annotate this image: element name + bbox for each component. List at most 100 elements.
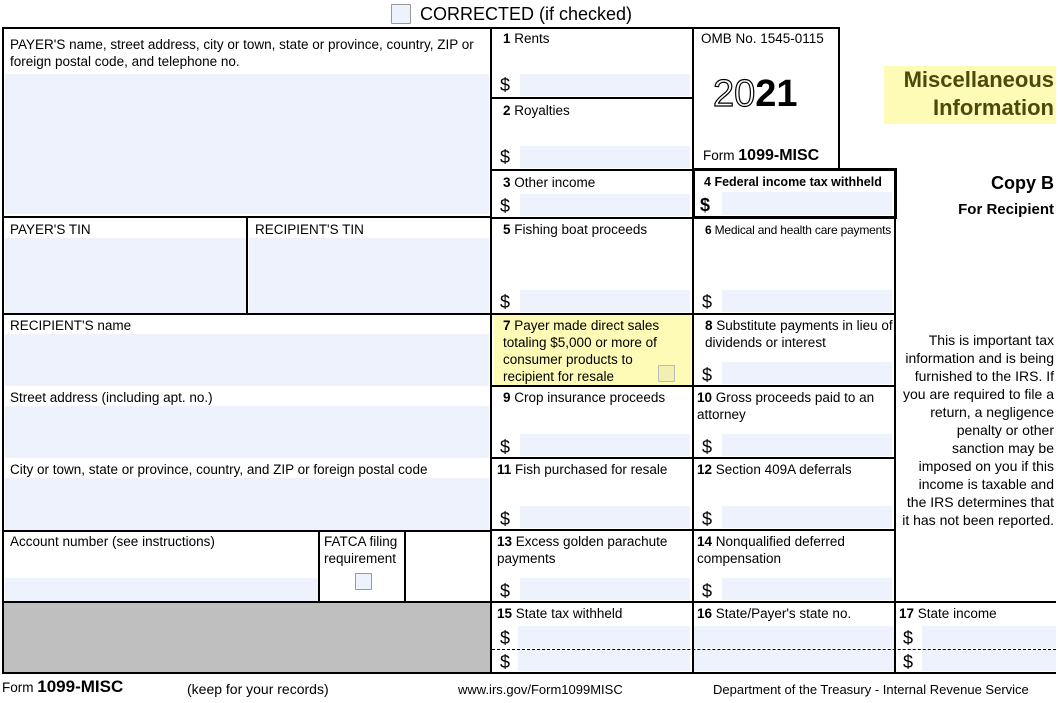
- box16-state-no-field-2[interactable]: [694, 650, 894, 671]
- box9-dollar: $: [500, 437, 511, 457]
- box13-dollar: $: [500, 581, 511, 601]
- form-title-line2: Information: [933, 95, 1054, 120]
- box17-dollar-1: $: [903, 628, 914, 648]
- street-address-label: Street address (including apt. no.): [10, 390, 213, 405]
- street-address-field[interactable]: [5, 406, 489, 458]
- form-left-border: [2, 27, 4, 673]
- fatca-label-2: requirement: [324, 551, 397, 566]
- box15-label: 15 State tax withheld: [497, 606, 623, 621]
- box14-nonqualified-field[interactable]: [722, 578, 892, 600]
- divider: [492, 385, 896, 387]
- box4-federal-tax-field[interactable]: [722, 192, 892, 215]
- box8-label: 8 Substitute payments in lieu of dividen…: [705, 318, 893, 350]
- corrected-checkbox[interactable]: [391, 4, 411, 24]
- divider: [2, 313, 492, 315]
- corrected-label: CORRECTED (if checked): [420, 4, 633, 24]
- box13-label: 13 Excess golden parachute payments: [497, 534, 668, 566]
- box12-dollar: $: [702, 509, 713, 529]
- box7-checkbox[interactable]: [658, 365, 675, 382]
- copy-label: Copy B: [991, 173, 1054, 193]
- box17-label: 17 State income: [899, 606, 997, 621]
- divider: [492, 97, 692, 99]
- footer-department: Department of the Treasury - Internal Re…: [713, 682, 1029, 697]
- box12-label: 12 Section 409A deferrals: [697, 462, 852, 477]
- box15-state-tax-field-2[interactable]: [518, 650, 690, 671]
- box5-label: 5 Fishing boat proceeds: [503, 222, 648, 237]
- box15-dollar-1: $: [500, 628, 511, 648]
- box6-label: 6 Medical and health care payments: [705, 223, 891, 237]
- box15-dollar-2: $: [500, 652, 511, 672]
- divider: [492, 457, 896, 459]
- payer-tin-field[interactable]: [5, 238, 246, 314]
- form-bottom-border: [2, 672, 1056, 674]
- footer-keep-note: (keep for your records): [187, 681, 329, 697]
- box14-label: 14 Nonqualified deferred compensation: [697, 534, 845, 566]
- divider: [2, 530, 492, 532]
- box2-dollar: $: [500, 147, 511, 167]
- payer-tin-label: PAYER'S TIN: [10, 222, 91, 237]
- recipient-name-label: RECIPIENT'S name: [10, 318, 132, 333]
- divider: [246, 216, 248, 314]
- box11-fish-purchased-field[interactable]: [520, 506, 690, 528]
- divider: [692, 27, 694, 673]
- footer-form-name: Form 1099-MISC: [2, 677, 124, 696]
- box3-label: 3 Other income: [503, 175, 596, 190]
- box9-crop-insurance-field[interactable]: [520, 434, 690, 456]
- recipient-tin-label: RECIPIENT'S TIN: [255, 222, 364, 237]
- divider: [404, 530, 406, 602]
- account-number-label: Account number (see instructions): [10, 534, 215, 549]
- box2-label: 2 Royalties: [503, 103, 570, 118]
- box16-state-no-field-1[interactable]: [694, 626, 894, 648]
- state-row-separator: [492, 649, 1056, 650]
- box17-dollar-2: $: [903, 652, 914, 672]
- important-notice: This is important tax information and is…: [902, 332, 1054, 528]
- box17-state-income-field-2[interactable]: [922, 650, 1056, 671]
- box3-other-income-field[interactable]: [520, 194, 690, 216]
- box6-medical-field[interactable]: [722, 290, 892, 312]
- box10-dollar: $: [702, 437, 713, 457]
- copy-for-label: For Recipient: [958, 201, 1054, 218]
- box9-label: 9 Crop insurance proceeds: [503, 390, 666, 405]
- box4-label: 4 Federal income tax withheld: [704, 175, 882, 189]
- divider: [318, 530, 320, 602]
- omb-number: OMB No. 1545-0115: [701, 31, 824, 46]
- box6-dollar: $: [702, 292, 713, 312]
- payer-info-label: PAYER'S name, street address, city or to…: [10, 37, 474, 69]
- box4-dollar: $: [700, 195, 711, 215]
- box10-attorney-field[interactable]: [722, 434, 892, 456]
- box11-label: 11 Fish purchased for resale: [497, 462, 668, 477]
- recipient-tin-field[interactable]: [249, 238, 489, 314]
- fatca-checkbox[interactable]: [355, 573, 372, 590]
- box12-409a-field[interactable]: [722, 506, 892, 528]
- box14-dollar: $: [702, 581, 713, 601]
- shaded-area: [4, 603, 491, 672]
- box17-state-income-field-1[interactable]: [922, 626, 1056, 648]
- divider: [492, 217, 692, 219]
- box3-dollar: $: [500, 196, 511, 216]
- form-name-header: Form 1099-MISC: [703, 147, 820, 164]
- box5-fishing-boat-field[interactable]: [520, 290, 690, 312]
- box7-label: 7 Payer made direct sales totaling $5,00…: [503, 318, 660, 384]
- box1-rents-field[interactable]: [520, 74, 690, 96]
- box13-golden-parachute-field[interactable]: [520, 578, 690, 600]
- tax-year: 2021: [712, 72, 798, 115]
- footer-url[interactable]: www.irs.gov/Form1099MISC: [458, 681, 623, 699]
- box1-dollar: $: [500, 75, 511, 95]
- box1-label: 1 Rents: [503, 31, 550, 46]
- divider: [490, 27, 492, 673]
- account-number-field[interactable]: [5, 578, 318, 602]
- box15-state-tax-field-1[interactable]: [518, 626, 690, 648]
- box10-label: 10 Gross proceeds paid to an attorney: [697, 390, 875, 422]
- divider: [838, 27, 840, 169]
- divider: [894, 217, 896, 673]
- form-title: Miscellaneous Information: [884, 66, 1056, 124]
- box2-royalties-field[interactable]: [520, 146, 690, 168]
- box5-dollar: $: [500, 292, 511, 312]
- city-label: City or town, state or province, country…: [10, 462, 428, 477]
- payer-info-field[interactable]: [5, 74, 489, 214]
- box8-substitute-payments-field[interactable]: [722, 362, 892, 384]
- city-field[interactable]: [5, 478, 489, 530]
- box11-dollar: $: [500, 509, 511, 529]
- recipient-name-field[interactable]: [5, 334, 489, 386]
- form-title-line1: Miscellaneous: [903, 67, 1054, 92]
